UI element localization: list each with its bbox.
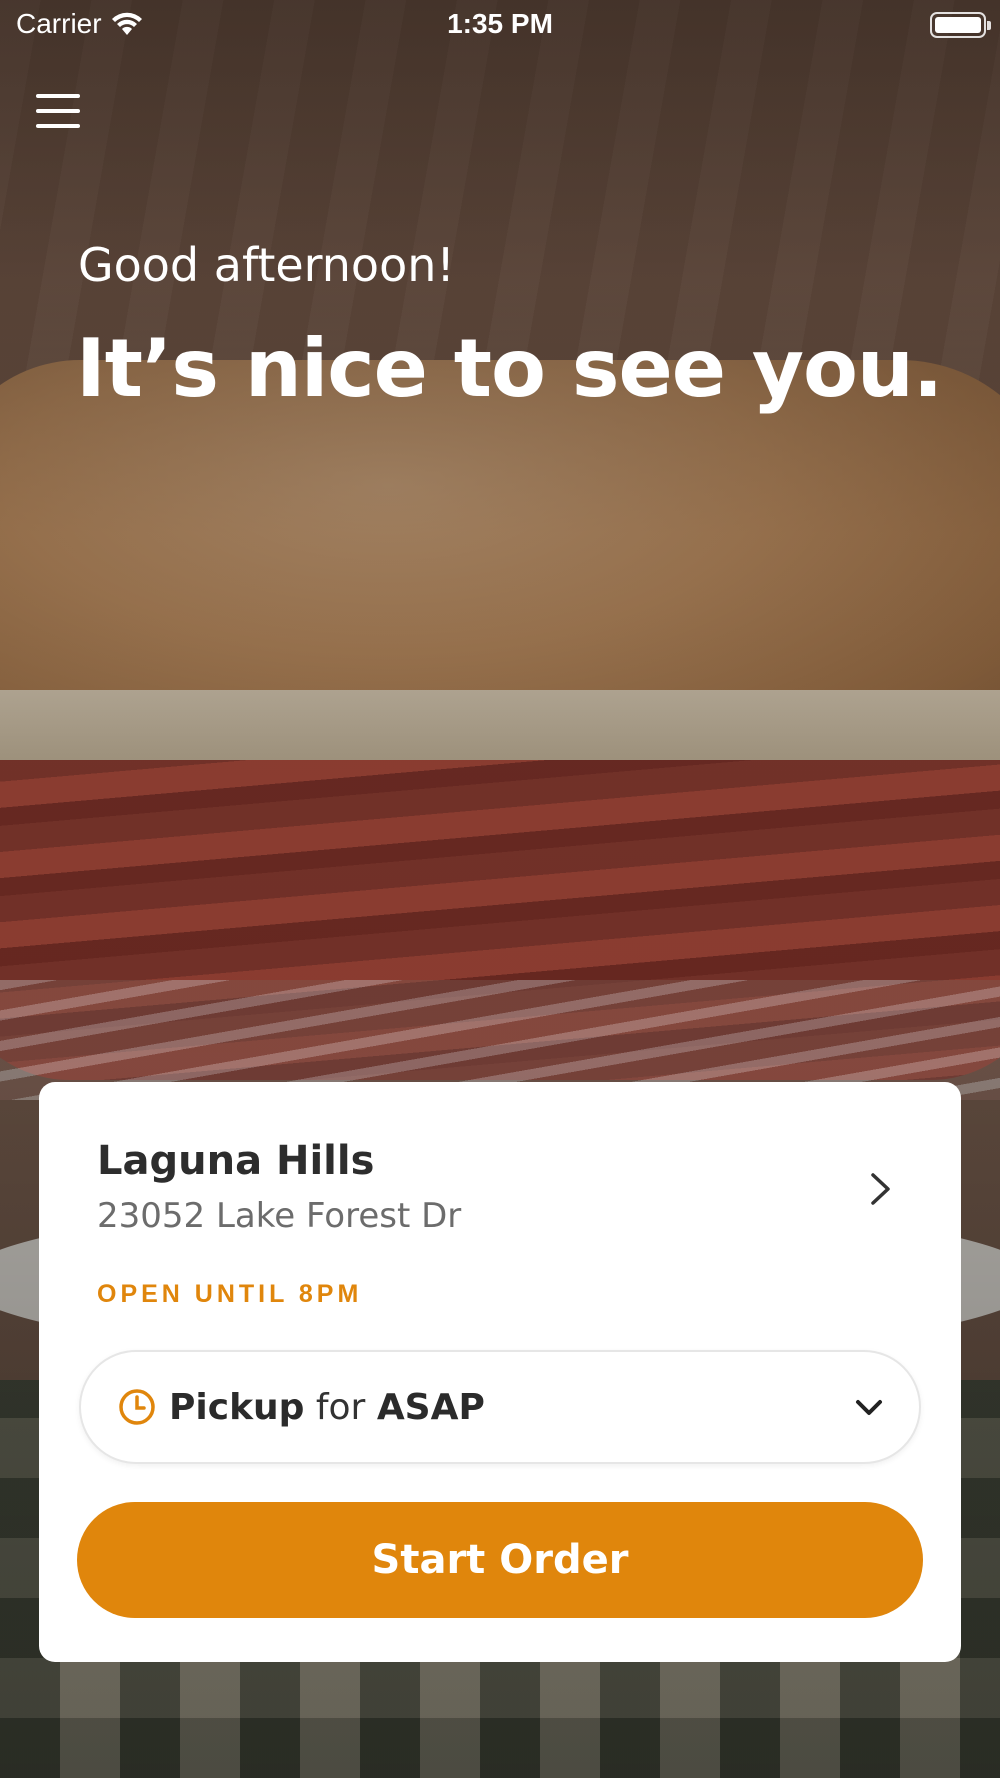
order-mode-connector: for bbox=[315, 1386, 366, 1428]
headline-text: It’s nice to see you. bbox=[76, 322, 943, 415]
store-selector[interactable]: Laguna Hills 23052 Lake Forest Dr bbox=[97, 1138, 897, 1268]
hamburger-menu-icon[interactable] bbox=[36, 94, 80, 134]
clock: 1:35 PM bbox=[447, 8, 553, 39]
status-bar: Carrier 1:35 PM bbox=[0, 0, 1000, 50]
chevron-down-icon bbox=[856, 1400, 882, 1415]
order-mode-type: Pickup bbox=[169, 1386, 305, 1428]
store-card: Laguna Hills 23052 Lake Forest Dr OPEN U… bbox=[39, 1082, 961, 1662]
clock-icon bbox=[119, 1389, 155, 1425]
start-order-button[interactable]: Start Order bbox=[77, 1502, 923, 1618]
store-hours: OPEN UNTIL 8PM bbox=[97, 1280, 363, 1308]
store-name: Laguna Hills bbox=[97, 1138, 375, 1184]
battery-icon bbox=[930, 12, 991, 38]
order-mode-time: ASAP bbox=[376, 1386, 485, 1428]
store-address: 23052 Lake Forest Dr bbox=[97, 1196, 462, 1236]
order-mode-label: Pickup for ASAP bbox=[169, 1387, 485, 1428]
order-mode-dropdown[interactable]: Pickup for ASAP bbox=[79, 1350, 921, 1464]
chevron-right-icon bbox=[871, 1173, 890, 1205]
greeting-text: Good afternoon! bbox=[78, 238, 455, 292]
